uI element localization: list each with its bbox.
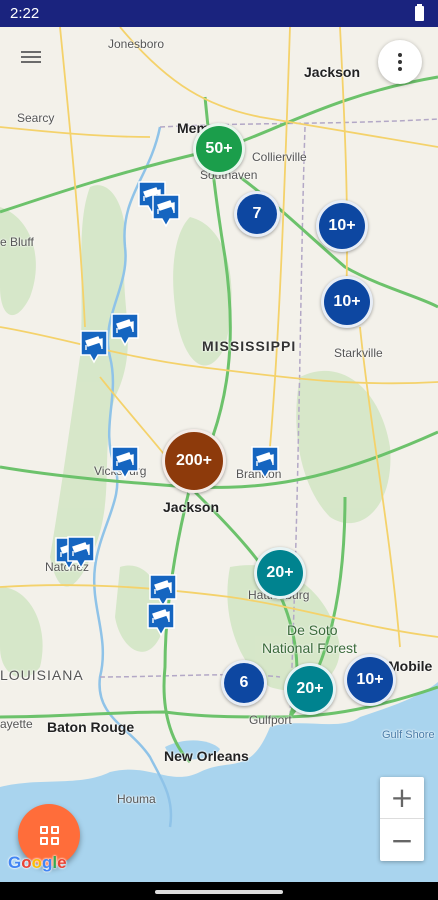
grid-icon	[39, 825, 59, 845]
map-view[interactable]: Jonesboro Searcy Memph Southaven Collier…	[0, 27, 438, 882]
place-bluff: e Bluff	[0, 235, 34, 249]
state-label-louisiana: LOUISIANA	[0, 667, 84, 683]
state-label-mississippi: MISSISSIPPI	[202, 338, 297, 354]
home-handle[interactable]	[155, 890, 283, 894]
place-jackson: Jackson	[163, 499, 220, 515]
place-national-forest: National Forest	[262, 640, 357, 656]
place-houma: Houma	[117, 792, 156, 806]
camera-icon[interactable]	[79, 329, 109, 364]
more-options-button[interactable]	[378, 40, 422, 84]
place-gulf-shores: Gulf Shore	[382, 729, 435, 741]
status-bar: 2:22	[0, 0, 438, 27]
zoom-out-button[interactable]: −	[380, 819, 424, 861]
camera-icon[interactable]	[146, 602, 176, 637]
camera-icon[interactable]	[151, 193, 181, 228]
google-logo: Google	[8, 853, 67, 872]
place-baton-rouge: Baton Rouge	[47, 719, 135, 735]
cluster-label: 200+	[175, 452, 213, 469]
cluster-gulf-west[interactable]: 6	[221, 660, 267, 706]
cluster-north[interactable]: 7	[234, 191, 280, 237]
menu-icon[interactable]	[21, 48, 43, 66]
cluster-biloxi[interactable]: 20+	[284, 663, 336, 715]
place-collierville: Collierville	[252, 150, 307, 164]
zoom-controls: + −	[380, 777, 424, 861]
cluster-hattiesburg[interactable]: 20+	[254, 547, 306, 599]
place-jonesboro: Jonesboro	[108, 37, 165, 51]
battery-icon	[415, 4, 424, 21]
place-starkville: Starkville	[334, 346, 383, 360]
place-gulfport: Gulfport	[249, 713, 292, 727]
cluster-memphis[interactable]: 50+	[193, 123, 245, 175]
system-nav-bar	[0, 882, 438, 900]
cluster-label: 10+	[328, 217, 356, 234]
cluster-label: 20+	[266, 564, 294, 581]
place-jackson-tn: Jackson	[304, 64, 361, 80]
place-lafayette: ayette	[0, 717, 33, 731]
cluster-label: 10+	[356, 671, 384, 688]
zoom-in-button[interactable]: +	[380, 777, 424, 819]
cluster-label: 10+	[333, 293, 361, 310]
cluster-tupelo[interactable]: 10+	[316, 200, 368, 252]
cluster-label: 6	[239, 674, 249, 691]
place-searcy: Searcy	[17, 111, 55, 125]
status-time: 2:22	[10, 5, 40, 22]
camera-icon[interactable]	[110, 312, 140, 347]
cluster-jackson[interactable]: 200+	[162, 429, 226, 493]
cluster-label: 7	[252, 205, 262, 222]
cluster-label: 50+	[205, 140, 233, 157]
camera-icon[interactable]	[66, 535, 96, 570]
cluster-label: 20+	[296, 680, 324, 697]
camera-icon[interactable]	[110, 445, 140, 480]
camera-icon[interactable]	[148, 573, 178, 608]
cluster-columbus[interactable]: 10+	[321, 276, 373, 328]
cluster-mobile[interactable]: 10+	[344, 654, 396, 706]
camera-icon[interactable]	[250, 445, 280, 480]
place-desoto: De Soto	[287, 622, 338, 638]
place-new-orleans: New Orleans	[164, 748, 249, 764]
